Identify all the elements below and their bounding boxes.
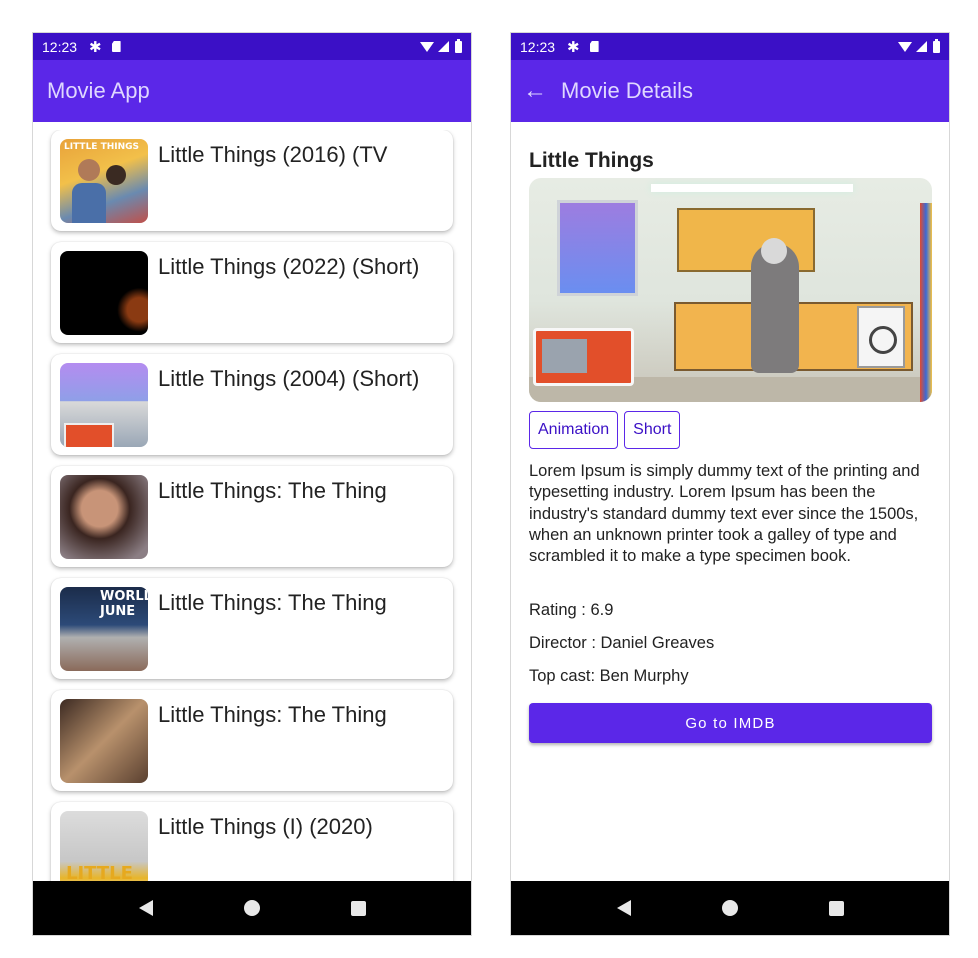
movie-title: Little Things: The Thing: [158, 478, 387, 503]
movie-title: Little Things: The Thing: [158, 590, 387, 615]
genre-chip[interactable]: Animation: [529, 411, 619, 449]
movie-title: Little Things (I) (2020): [158, 814, 373, 839]
movie-title: Little Things (2004) (Short): [158, 366, 420, 391]
movie-poster-thumbnail: WORLD JUNE: [60, 587, 148, 671]
movie-poster-thumbnail: [60, 363, 148, 447]
movie-card[interactable]: LITTLE Little Things (I) (2020): [51, 802, 453, 881]
sd-card-icon: [589, 41, 599, 52]
head-shape: [761, 238, 787, 264]
nav-back-icon[interactable]: [138, 900, 153, 916]
thumb-caption: WORLD JUNE: [100, 589, 148, 619]
movie-poster-thumbnail: [60, 475, 148, 559]
nav-recents-icon[interactable]: [828, 900, 844, 916]
figure-body-shape: [72, 183, 106, 223]
genre-chip[interactable]: Short: [624, 411, 681, 449]
figure-head-shape: [78, 159, 100, 181]
nav-back-icon[interactable]: [616, 900, 631, 916]
movie-card[interactable]: Little Things: The Thing: [51, 690, 453, 791]
movie-poster-thumbnail: LITTLE THINGS: [60, 139, 148, 223]
movie-poster-image: [529, 178, 932, 402]
gear-icon: ✱: [89, 38, 102, 56]
nav-home-icon[interactable]: [721, 900, 738, 916]
curtain-shape: [920, 203, 932, 402]
status-time: 12:23: [42, 38, 78, 55]
battery-icon: [455, 38, 462, 53]
movie-title: Little Things: The Thing: [158, 702, 387, 727]
movie-card[interactable]: Little Things: The Thing: [51, 466, 453, 567]
movie-director: Director : Daniel Greaves: [529, 634, 715, 652]
radio-shape: [64, 423, 114, 447]
app-bar: ← Movie Details: [511, 60, 949, 122]
battery-icon: [933, 38, 940, 53]
movie-title: Little Things (2016) (TV: [158, 142, 388, 167]
status-time: 12:23: [520, 38, 556, 55]
genre-chips: Animation Short: [529, 411, 681, 449]
go-to-imdb-button[interactable]: Go to IMDB: [529, 703, 932, 743]
movie-rating: Rating : 6.9: [529, 601, 614, 619]
movie-details-screen: 12:23 ✱ ← Movie Details Little Things An…: [510, 32, 950, 936]
washer-shape: [857, 306, 905, 368]
movie-list-screen: 12:23 ✱ Movie App LITTLE THINGS Little T…: [32, 32, 472, 936]
lamp-shape: [651, 184, 853, 192]
gear-icon: ✱: [567, 38, 580, 56]
navigation-bar: [33, 881, 471, 935]
movie-card[interactable]: LITTLE THINGS Little Things (2016) (TV: [51, 130, 453, 231]
app-title: Movie Details: [561, 78, 694, 103]
movie-card[interactable]: Little Things (2004) (Short): [51, 354, 453, 455]
signal-icon: [916, 41, 927, 52]
thumb-caption: LITTLE THINGS: [64, 142, 140, 152]
radio-shape: [533, 328, 634, 386]
signal-icon: [438, 41, 449, 52]
figure-head-shape: [106, 165, 126, 185]
movie-top-cast: Top cast: Ben Murphy: [529, 667, 689, 685]
navigation-bar: [511, 881, 949, 935]
window-shape: [557, 200, 638, 296]
status-bar: 12:23 ✱: [511, 33, 949, 60]
wifi-icon: [898, 41, 912, 52]
movie-card[interactable]: Little Things (2022) (Short): [51, 242, 453, 343]
sd-card-icon: [111, 41, 121, 52]
movie-list[interactable]: LITTLE THINGS Little Things (2016) (TV L…: [33, 130, 471, 881]
app-title: Movie App: [47, 78, 150, 103]
movie-poster-thumbnail: [60, 251, 148, 335]
app-bar: Movie App: [33, 60, 471, 122]
nav-recents-icon[interactable]: [350, 900, 366, 916]
status-bar: 12:23 ✱: [33, 33, 471, 60]
back-arrow-icon[interactable]: ←: [523, 77, 547, 105]
movie-card[interactable]: WORLD JUNE Little Things: The Thing: [51, 578, 453, 679]
movie-title: Little Things (2022) (Short): [158, 254, 420, 279]
movie-poster-thumbnail: [60, 699, 148, 783]
movie-poster-thumbnail: LITTLE: [60, 811, 148, 881]
movie-description: Lorem Ipsum is simply dummy text of the …: [529, 462, 920, 566]
thumb-caption: LITTLE: [66, 863, 133, 881]
wifi-icon: [420, 41, 434, 52]
nav-home-icon[interactable]: [243, 900, 260, 916]
movie-title: Little Things: [529, 149, 654, 172]
